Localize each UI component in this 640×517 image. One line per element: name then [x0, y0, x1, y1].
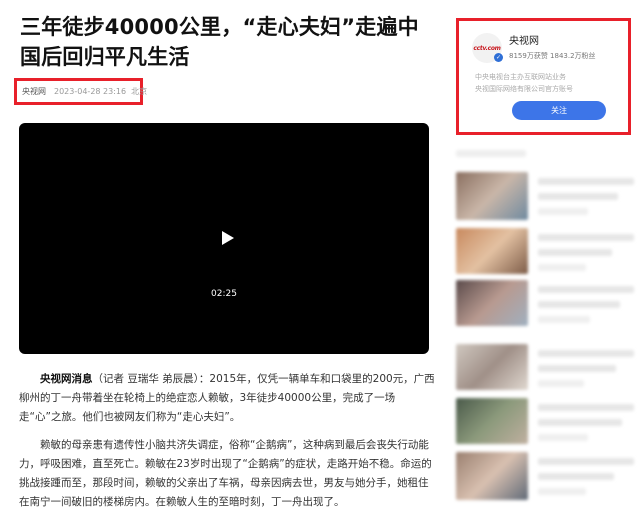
- list-item-thumbnail[interactable]: [456, 228, 528, 274]
- article-paragraph-1: 央视网消息（记者 豆瑞华 弟辰晨）：2015年，仅凭一辆单车和口袋里的200元，…: [19, 370, 435, 427]
- list-item-meta: [538, 264, 586, 271]
- description-line: 央视国际网络有限公司官方账号: [475, 85, 573, 93]
- list-item-meta: [538, 434, 588, 441]
- description-line: 中央电视台主办互联网站业务: [475, 73, 566, 81]
- list-header: [456, 150, 526, 157]
- account-name[interactable]: 央视网: [509, 32, 539, 47]
- follow-button[interactable]: 关注: [512, 101, 606, 120]
- list-item-thumbnail[interactable]: [456, 452, 528, 500]
- list-item-thumbnail[interactable]: [456, 398, 528, 444]
- article-paragraph-2: 赖敏的母亲患有遗传性小脑共济失调症，俗称“企鹅病”，这种病到最后会丧失行动能力，…: [19, 439, 432, 508]
- article-meta: 央视网 2023-04-28 23:16 北京: [14, 78, 147, 105]
- list-item-title[interactable]: [538, 365, 616, 372]
- play-icon[interactable]: [222, 231, 234, 245]
- article-location: 北京: [131, 87, 148, 96]
- author-card: cctv.com ✓ 央视网 8159万获赞 1843.2万粉丝 中央电视台主办…: [456, 18, 631, 135]
- list-item-title[interactable]: [538, 458, 634, 465]
- paragraph-lead: 央视网消息: [40, 373, 93, 385]
- list-item-title[interactable]: [538, 419, 622, 426]
- list-item-meta: [538, 380, 584, 387]
- video-player[interactable]: 02:25: [19, 123, 429, 354]
- video-duration: 02:25: [211, 289, 237, 299]
- list-item-title[interactable]: [538, 234, 634, 241]
- account-description: 中央电视台主办互联网站业务 央视国际网络有限公司官方账号: [475, 71, 573, 95]
- list-item-thumbnail[interactable]: [456, 172, 528, 220]
- list-item-meta: [538, 316, 590, 323]
- list-item-thumbnail[interactable]: [456, 344, 528, 390]
- article-time: 2023-04-28 23:16: [54, 87, 127, 96]
- list-item-meta: [538, 208, 588, 215]
- cctv-logo: cctv.com: [473, 44, 501, 52]
- list-item-thumbnail[interactable]: [456, 280, 528, 326]
- account-stats: 8159万获赞 1843.2万粉丝: [509, 52, 596, 60]
- list-item-title[interactable]: [538, 350, 634, 357]
- list-item-title[interactable]: [538, 178, 634, 185]
- list-item-title[interactable]: [538, 193, 618, 200]
- list-item-title[interactable]: [538, 301, 620, 308]
- verified-icon: ✓: [494, 53, 503, 62]
- article-source[interactable]: 央视网: [22, 86, 46, 97]
- list-item-title[interactable]: [538, 473, 614, 480]
- list-item-meta: [538, 488, 586, 495]
- article-title: 三年徒步40000公里，“走心夫妇”走遍中国后回归平凡生活: [20, 15, 419, 69]
- list-item-title[interactable]: [538, 249, 612, 256]
- list-item-title[interactable]: [538, 286, 634, 293]
- list-item-title[interactable]: [538, 404, 634, 411]
